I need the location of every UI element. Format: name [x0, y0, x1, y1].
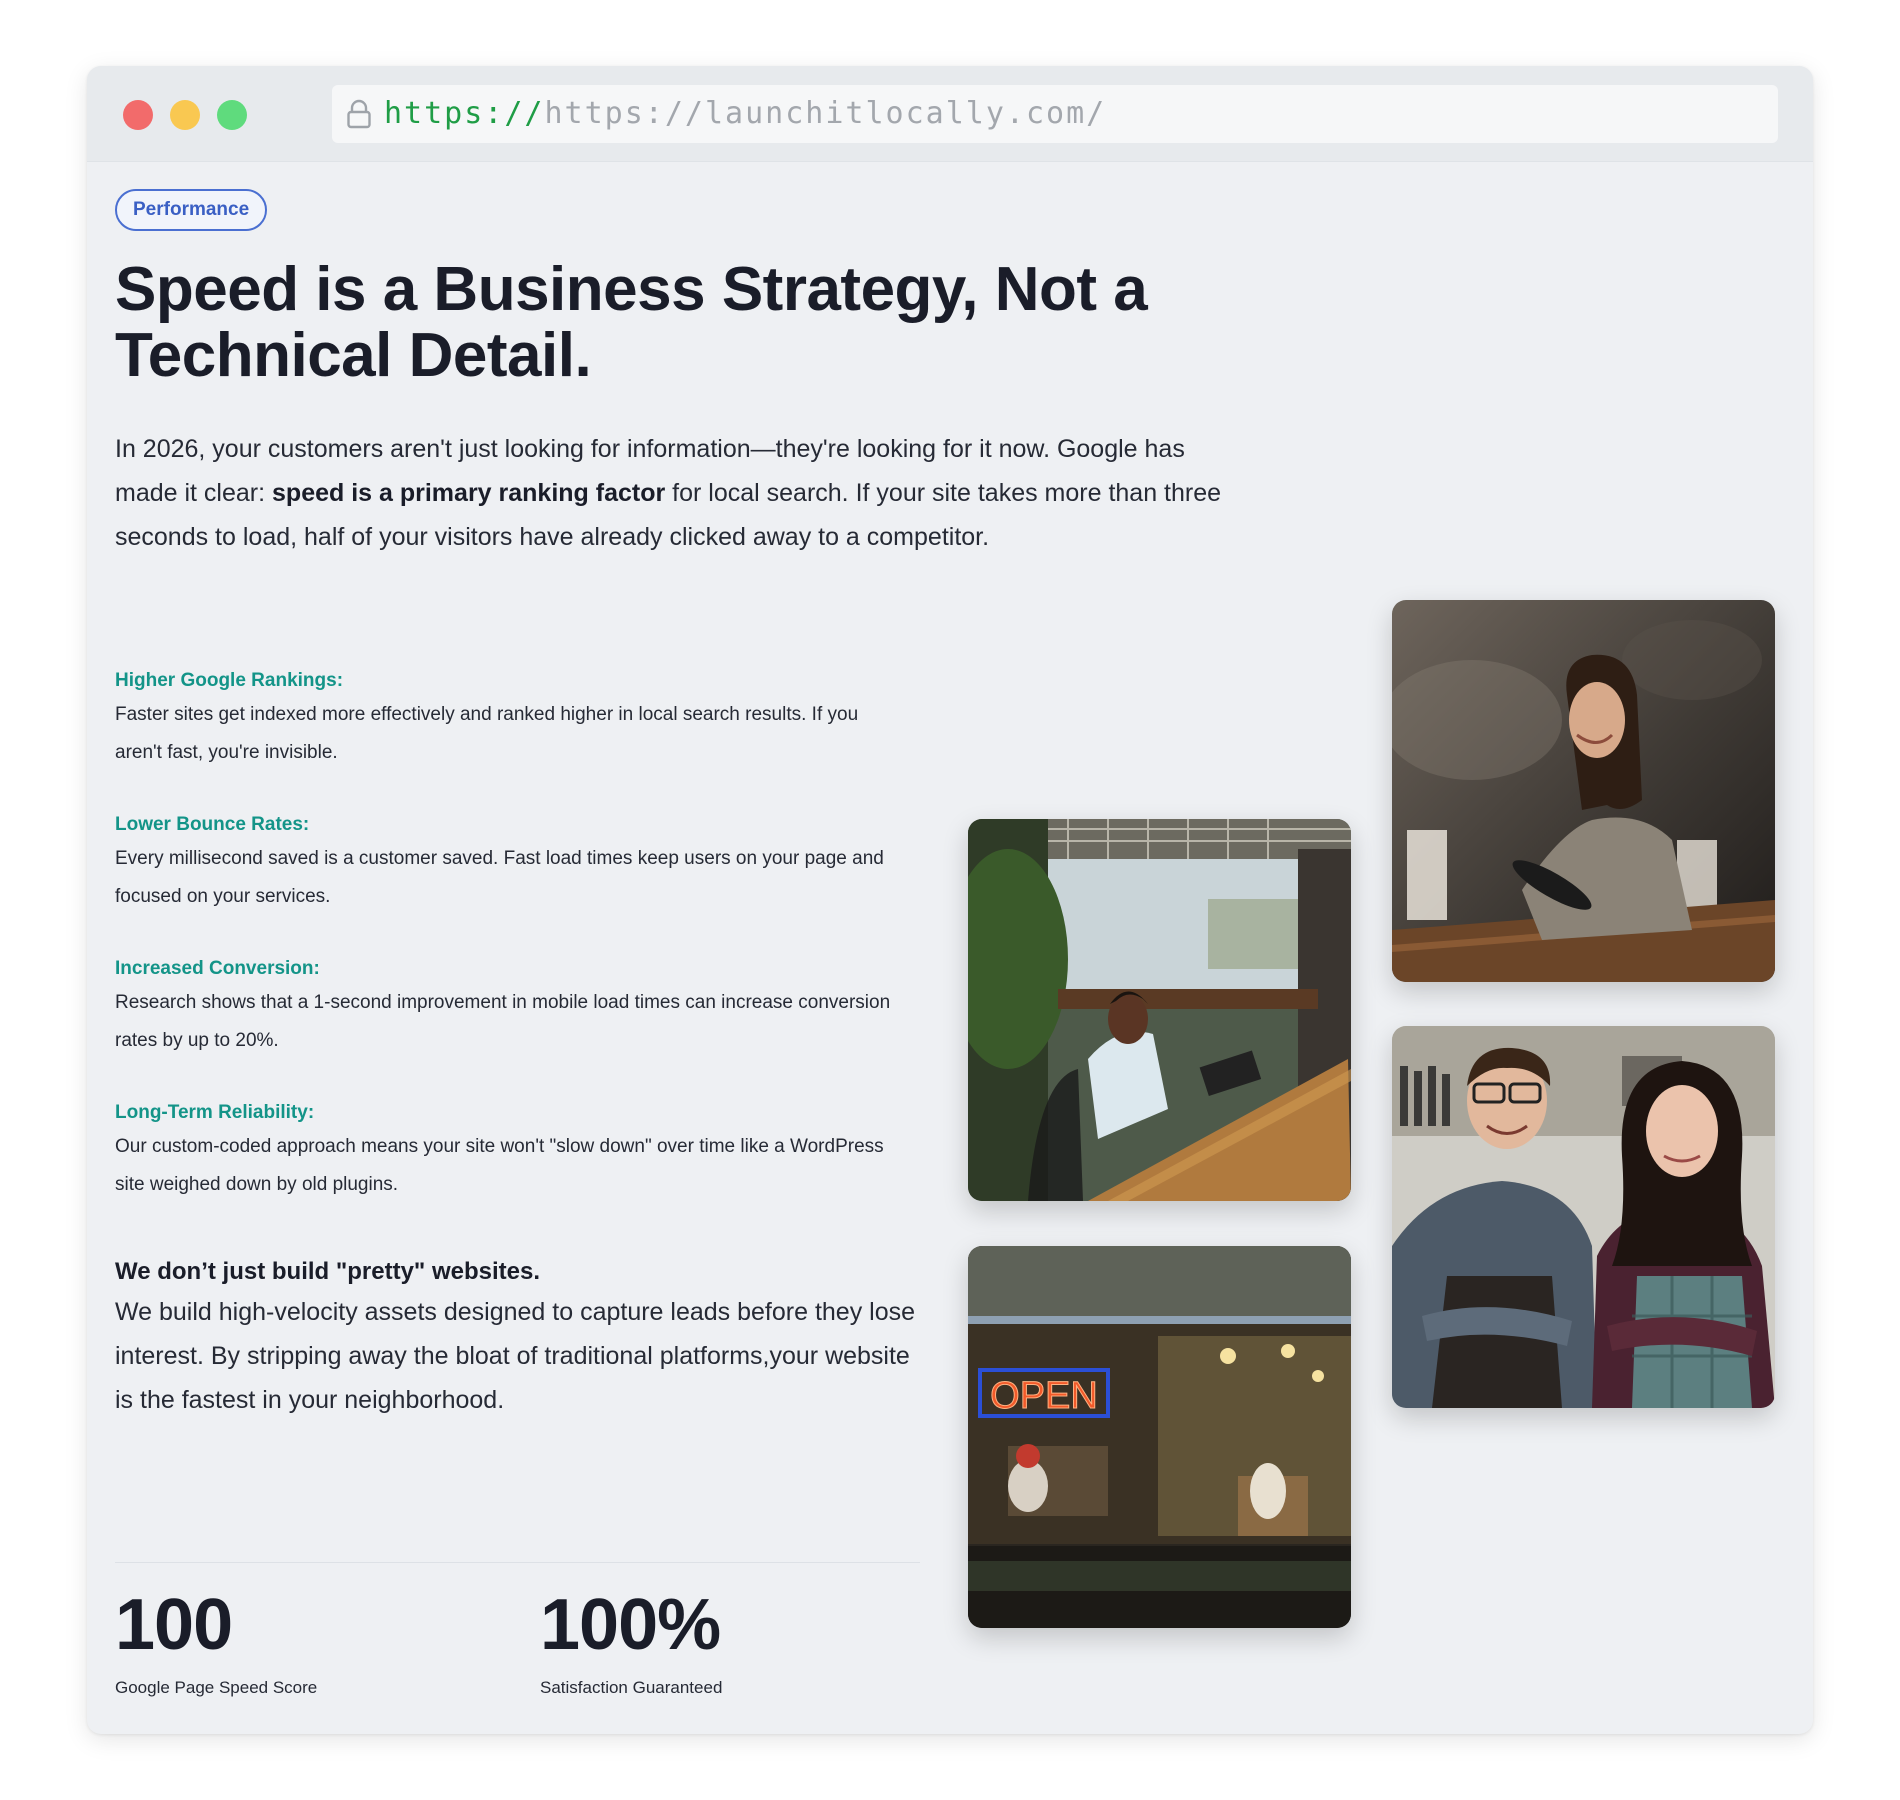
stat-speed-score: 100 Google Page Speed Score [115, 1582, 317, 1702]
feature-title: Higher Google Rankings: [115, 670, 344, 691]
feature-title: Increased Conversion: [115, 958, 320, 979]
page-content: Performance Speed is a Business Strategy… [87, 162, 1813, 1734]
intro-bold-text: speed is a primary ranking factor [272, 479, 666, 507]
photo-shop-owners [1392, 1026, 1775, 1408]
feature-title: Long-Term Reliability: [115, 1102, 315, 1123]
feature-title: Lower Bounce Rates: [115, 814, 310, 835]
feature-item: Long-Term Reliability: Our custom-coded … [115, 1098, 905, 1204]
page-title: Speed is a Business Strategy, Not a Tech… [115, 255, 1148, 390]
stat-label: Satisfaction Guaranteed [540, 1678, 723, 1697]
maximize-dot[interactable] [217, 100, 247, 130]
category-badge: Performance [115, 189, 268, 231]
feature-body: Faster sites get indexed more effectivel… [115, 704, 859, 763]
feature-body: Research shows that a 1-second improveme… [115, 992, 891, 1051]
stat-value: 100 [115, 1585, 233, 1665]
intro-paragraph: In 2026, your customers aren't just look… [115, 427, 1235, 559]
pitch-body: We build high-velocity assets designed t… [115, 1298, 916, 1414]
stat-value: 100% [540, 1585, 721, 1665]
url-host: https://launchitlocally.com/ [544, 96, 1107, 131]
stats-divider [115, 1562, 920, 1563]
url-scheme: https:// [384, 96, 545, 131]
feature-item: Lower Bounce Rates: Every millisecond sa… [115, 810, 905, 916]
photo-woman-cafe [1392, 600, 1775, 982]
lock-icon [346, 99, 372, 129]
feature-item: Higher Google Rankings: Faster sites get… [115, 666, 905, 772]
close-dot[interactable] [123, 100, 153, 130]
pitch-section: We don’t just build "pretty" websites. W… [115, 1254, 915, 1422]
stat-satisfaction: 100% Satisfaction Guaranteed [540, 1582, 722, 1702]
minimize-dot[interactable] [170, 100, 200, 130]
pitch-title: We don’t just build "pretty" websites. [115, 1258, 541, 1285]
browser-window: https://https://launchitlocally.com/ Per… [87, 66, 1813, 1734]
url-text[interactable]: https://https://launchitlocally.com/ [384, 97, 1106, 131]
feature-list: Higher Google Rankings: Faster sites get… [115, 666, 905, 1242]
feature-body: Every millisecond saved is a customer sa… [115, 848, 884, 907]
stat-label: Google Page Speed Score [115, 1678, 318, 1697]
photo-restaurant-kitchen: OPEN [968, 1246, 1351, 1628]
photo-woman-laptop [968, 819, 1351, 1201]
feature-item: Increased Conversion: Research shows tha… [115, 954, 905, 1060]
address-bar[interactable]: https://https://launchitlocally.com/ [332, 85, 1778, 143]
browser-toolbar: https://https://launchitlocally.com/ [87, 66, 1813, 162]
feature-body: Our custom-coded approach means your sit… [115, 1136, 884, 1195]
neon-open-sign: OPEN [990, 1375, 1098, 1417]
